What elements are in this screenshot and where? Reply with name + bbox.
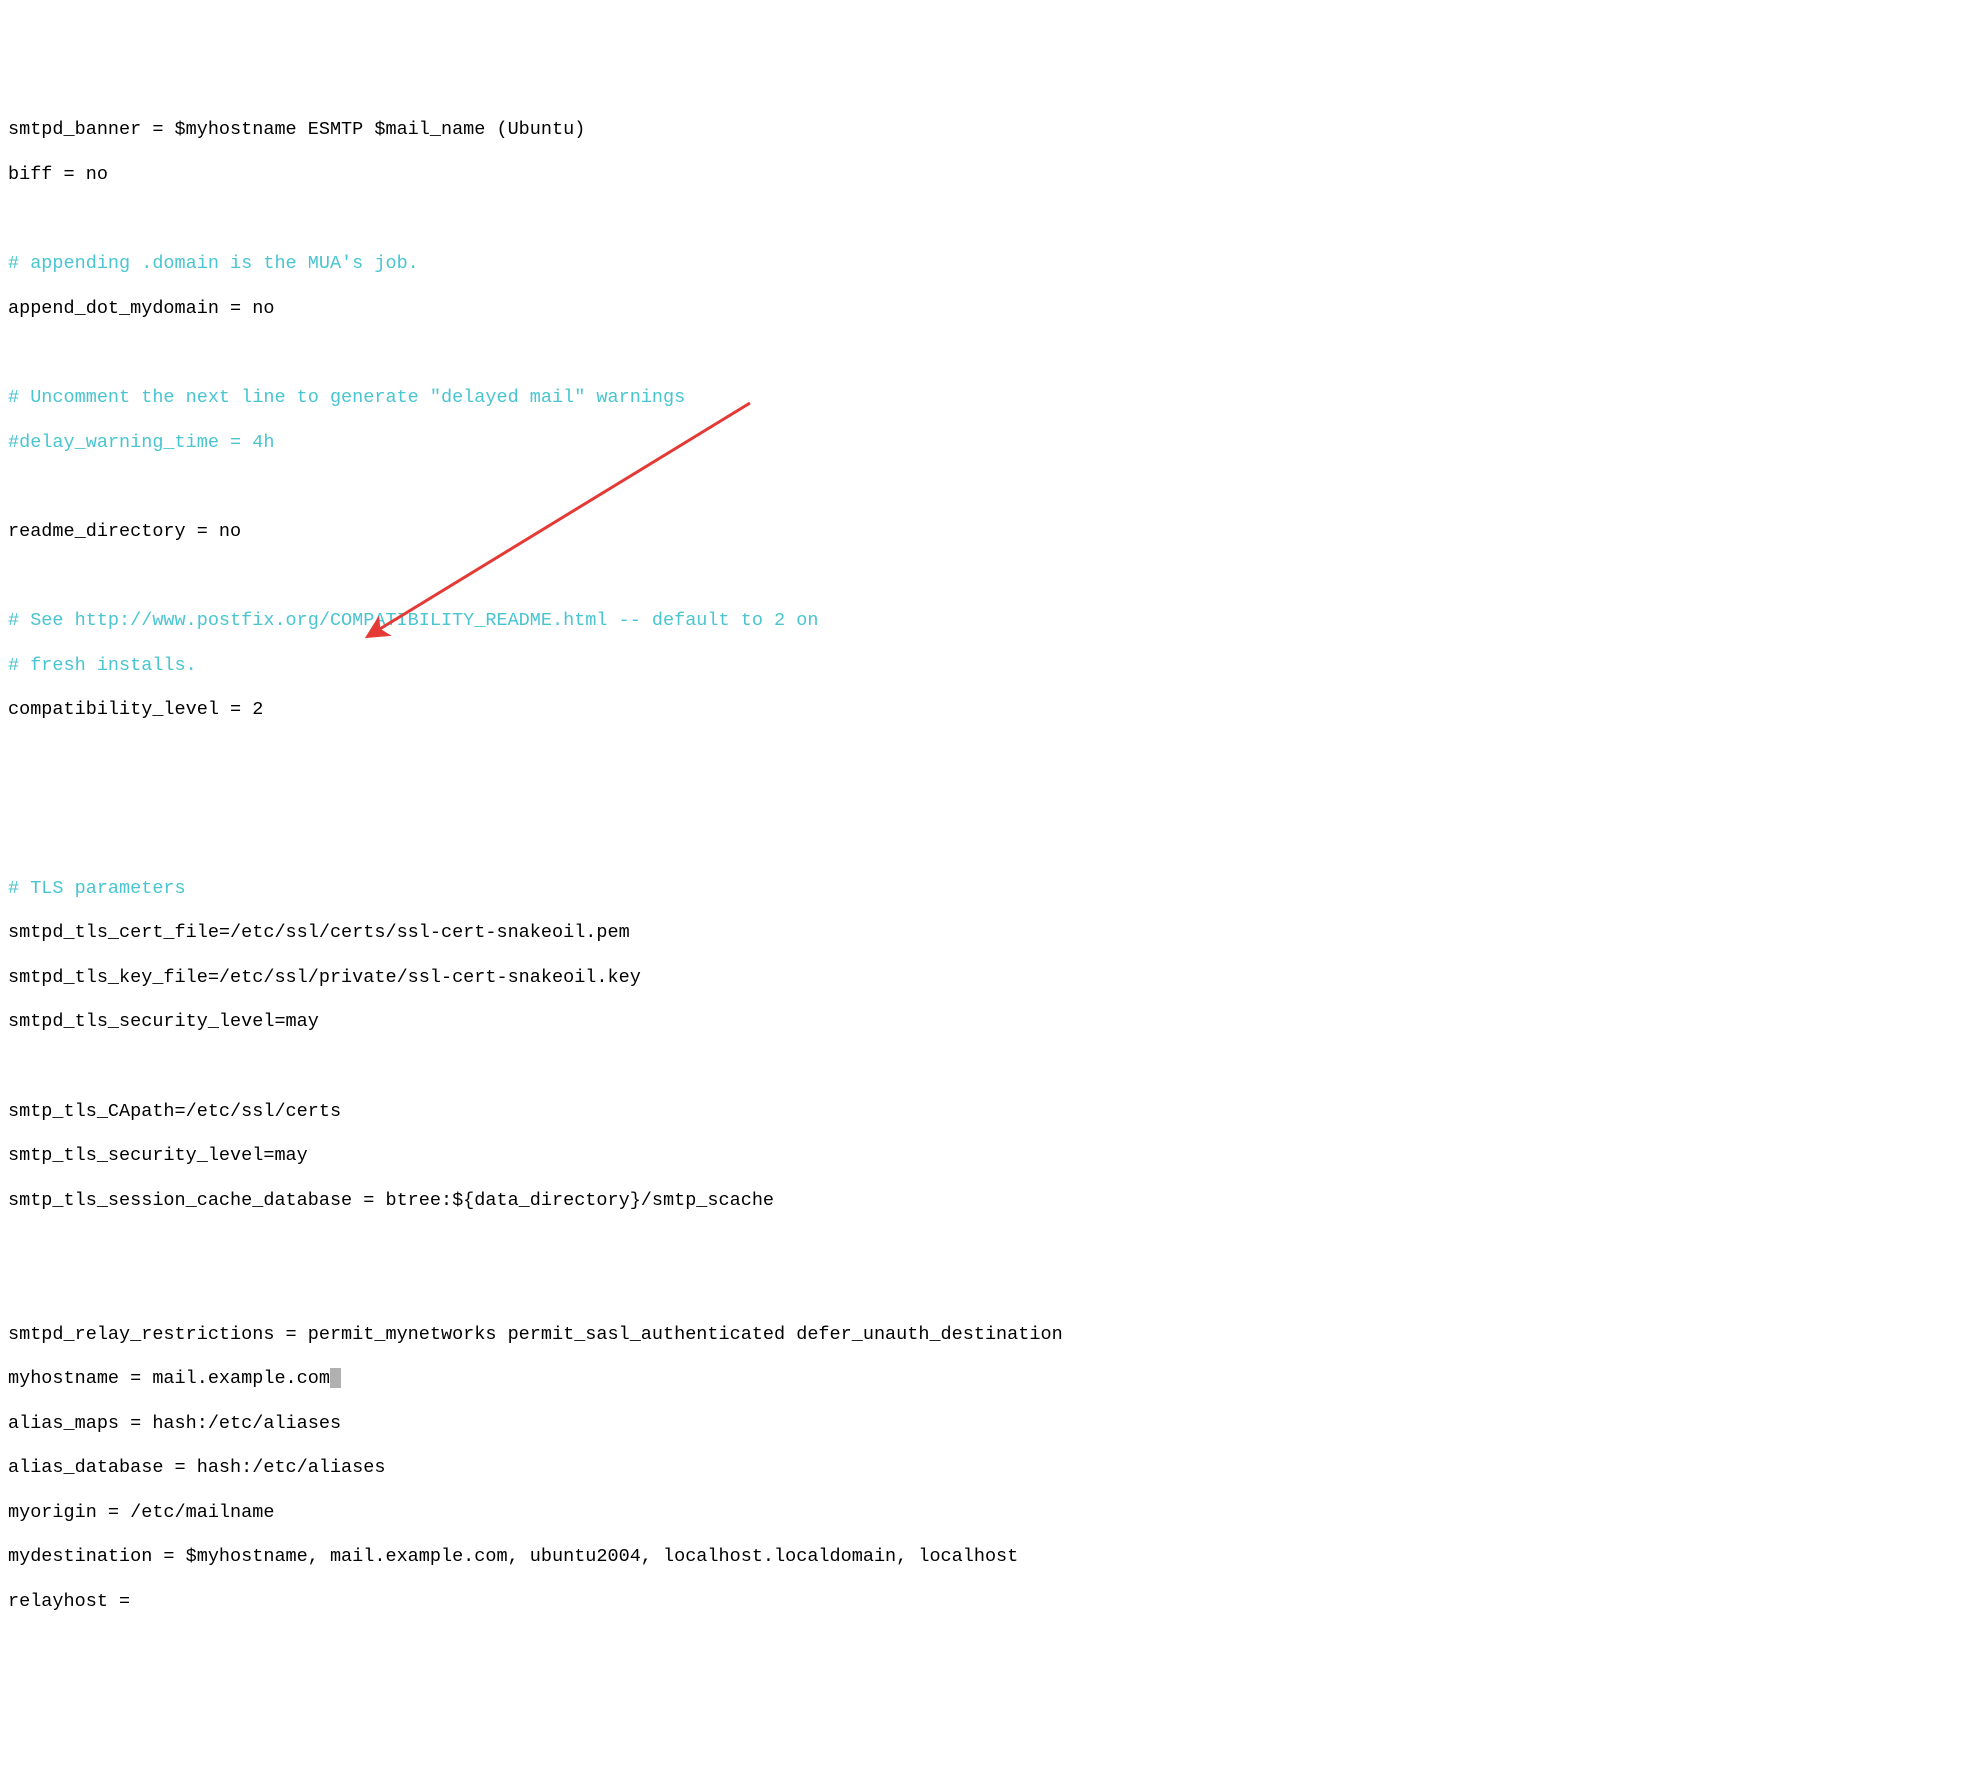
code-line: alias_database = hash:/etc/aliases xyxy=(8,1457,1960,1479)
code-line: smtp_tls_security_level=may xyxy=(8,1145,1960,1167)
code-line: myorigin = /etc/mailname xyxy=(8,1502,1960,1524)
code-line: mydestination = $myhostname, mail.exampl… xyxy=(8,1546,1960,1568)
code-comment: # See http://www.postfix.org/COMPATIBILI… xyxy=(8,610,1960,632)
code-line-blank xyxy=(8,744,1960,766)
code-line-blank xyxy=(8,565,1960,587)
text-cursor xyxy=(330,1368,341,1388)
code-comment: # appending .domain is the MUA's job. xyxy=(8,253,1960,275)
code-line-blank xyxy=(8,342,1960,364)
code-line: smtp_tls_session_cache_database = btree:… xyxy=(8,1190,1960,1212)
code-line: biff = no xyxy=(8,164,1960,186)
code-comment: # Uncomment the next line to generate "d… xyxy=(8,387,1960,409)
text-hostname: myhostname = mail.example.com xyxy=(8,1368,330,1389)
code-line: relayhost = xyxy=(8,1591,1960,1613)
code-line: smtpd_tls_cert_file=/etc/ssl/certs/ssl-c… xyxy=(8,922,1960,944)
code-line: compatibility_level = 2 xyxy=(8,699,1960,721)
code-line-blank xyxy=(8,788,1960,810)
code-line: smtpd_banner = $myhostname ESMTP $mail_n… xyxy=(8,119,1960,141)
code-line-blank xyxy=(8,1056,1960,1078)
code-comment: # TLS parameters xyxy=(8,878,1960,900)
code-line-blank xyxy=(8,1279,1960,1301)
code-line: alias_maps = hash:/etc/aliases xyxy=(8,1413,1960,1435)
code-line-blank xyxy=(8,476,1960,498)
config-file-viewer: smtpd_banner = $myhostname ESMTP $mail_n… xyxy=(8,97,1960,1635)
code-line: smtpd_relay_restrictions = permit_mynetw… xyxy=(8,1324,1960,1346)
code-line: append_dot_mydomain = no xyxy=(8,298,1960,320)
code-line-myhostname: myhostname = mail.example.com xyxy=(8,1368,1960,1390)
code-comment: # fresh installs. xyxy=(8,655,1960,677)
code-line: smtpd_tls_security_level=may xyxy=(8,1011,1960,1033)
code-line: smtpd_tls_key_file=/etc/ssl/private/ssl-… xyxy=(8,967,1960,989)
code-line-blank xyxy=(8,209,1960,231)
code-line-blank xyxy=(8,833,1960,855)
code-line: smtp_tls_CApath=/etc/ssl/certs xyxy=(8,1101,1960,1123)
code-comment: #delay_warning_time = 4h xyxy=(8,432,1960,454)
code-line-blank xyxy=(8,1234,1960,1256)
code-line: readme_directory = no xyxy=(8,521,1960,543)
